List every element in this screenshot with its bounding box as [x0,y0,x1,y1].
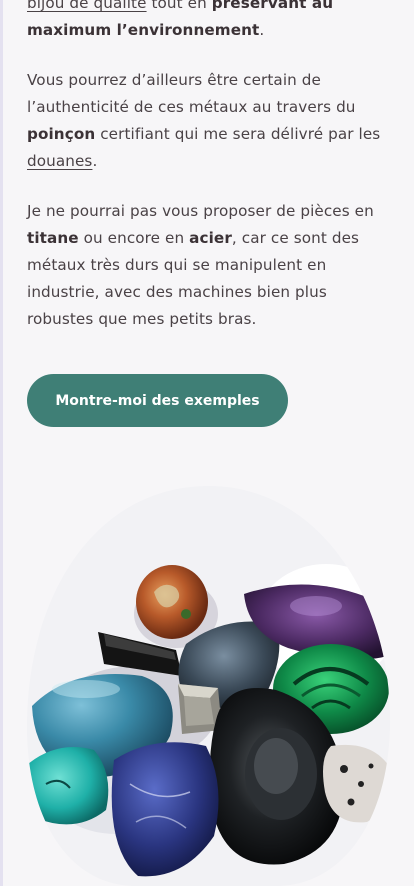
link-douanes[interactable]: douanes [27,152,92,170]
text-segment: . [259,21,265,39]
paragraph-metals: Je ne pourrai pas vous proposer de pièce… [27,198,395,333]
link-bijou-qualite[interactable]: bijou de qualité [27,0,147,12]
bold-acier: acier [189,229,232,247]
show-examples-button[interactable]: Montre-moi des exemples [27,374,288,427]
text-segment: Vous pourrez d’ailleurs être certain de … [27,71,356,116]
text-segment: . [92,152,98,170]
text-segment: Je ne pourrai pas vous proposer de pièce… [27,202,374,220]
paragraph-authenticity: Vous pourrez d’ailleurs être certain de … [27,67,395,175]
page-left-border [0,0,3,886]
bold-titane: titane [27,229,79,247]
text-segment: certifiant qui me sera délivré par les [95,125,381,143]
gemstones-photo [26,484,392,886]
article-body: bijou de qualité tout en préservant au m… [27,0,395,356]
paragraph-quality: bijou de qualité tout en préservant au m… [27,0,395,44]
text-segment: ou encore en [78,229,190,247]
bold-poincon: poinçon [27,125,96,143]
text-segment: tout en [146,0,212,12]
